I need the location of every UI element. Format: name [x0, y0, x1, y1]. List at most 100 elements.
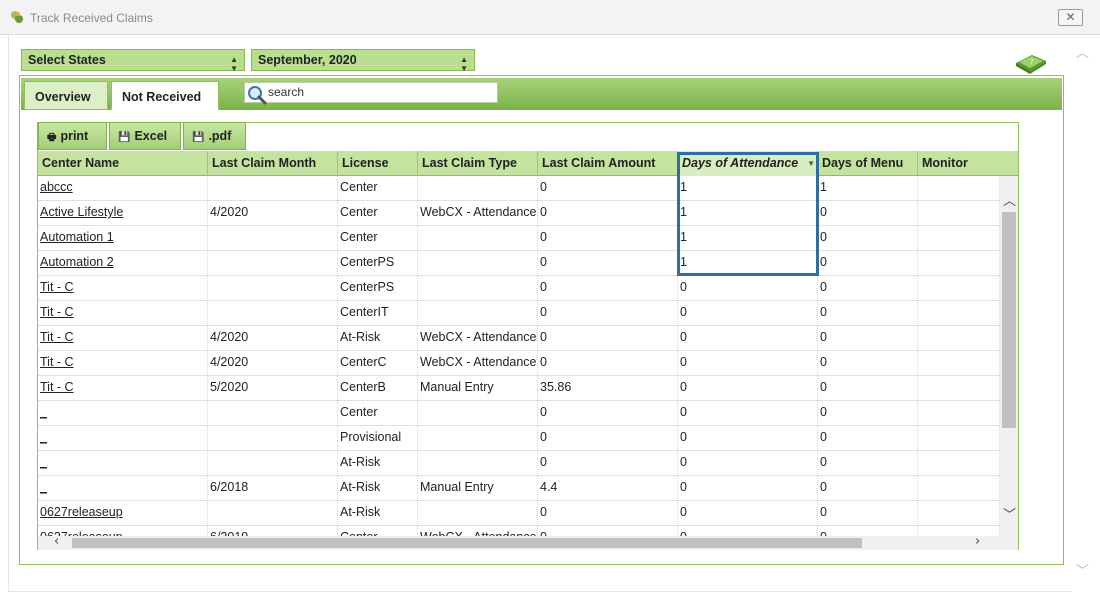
search-input[interactable]: search [244, 82, 498, 105]
table-row[interactable]: _ Provisional 0 0 0 [38, 426, 1000, 451]
pdf-button[interactable]: 💾 .pdf [183, 122, 246, 150]
cell-last-claim-month [208, 226, 338, 251]
select-arrows-icon: ▲ ▼ [230, 55, 238, 73]
table-row[interactable]: Automation 1 Center 0 1 0 [38, 226, 1000, 251]
cell-monitor [918, 276, 1000, 301]
scroll-up-icon[interactable]: ︿ [1003, 190, 1016, 209]
table-row[interactable]: Tit - C CenterPS 0 0 0 [38, 276, 1000, 301]
cell-license: CenterIT [338, 301, 418, 326]
cell-last-claim-amount: 0 [538, 301, 678, 326]
cell-license: CenterPS [338, 251, 418, 276]
tab-overview[interactable]: Overview [24, 81, 108, 110]
table-row[interactable]: Active Lifestyle 4/2020 Center WebCX - Atte… [38, 201, 1000, 226]
cell-days-of-attendance: 0 [678, 276, 818, 301]
cell-days-of-menu: 0 [818, 451, 918, 476]
cell-license: At-Risk [338, 326, 418, 351]
cell-days-of-attendance: 1 [678, 226, 818, 251]
pdf-label: .pdf [208, 129, 232, 143]
col-header-monitor[interactable]: Monitor [918, 151, 1018, 176]
grid-body: abccc Center 0 1 1 Active Lifestyle 4/2020 Cent… [38, 176, 1000, 536]
cell-last-claim-month [208, 426, 338, 451]
cell-days-of-menu: 1 [818, 176, 918, 201]
cell-last-claim-month: 6/2018 [208, 476, 338, 501]
cell-days-of-menu: 0 [818, 351, 918, 376]
cell-days-of-attendance: 0 [678, 401, 818, 426]
cell-center-name[interactable]: Automation 2 [38, 251, 208, 276]
table-row[interactable]: Tit - C 5/2020 CenterB Manual Entry 35.86 0 0 [38, 376, 1000, 401]
period-select-value: September, 2020 [258, 53, 357, 67]
scroll-thumb[interactable] [72, 538, 862, 548]
cell-center-name[interactable]: Tit - C [38, 351, 208, 376]
excel-label: Excel [134, 129, 168, 143]
table-row[interactable]: Tit - C CenterIT 0 0 0 [38, 301, 1000, 326]
cell-last-claim-amount: 0 [538, 276, 678, 301]
grid-vertical-scrollbar[interactable]: ︿ ﹀ [1000, 176, 1018, 536]
window-scroll-up-icon[interactable]: ︿ [1076, 42, 1089, 61]
cell-monitor [918, 176, 1000, 201]
grid-horizontal-scrollbar[interactable]: ‹ › [38, 534, 1018, 550]
col-header-center-name[interactable]: Center Name [38, 151, 208, 176]
cell-center-name[interactable]: 0627releaseup [38, 526, 208, 536]
cell-center-name[interactable]: Tit - C [38, 276, 208, 301]
cell-last-claim-type [418, 176, 538, 201]
scroll-down-icon[interactable]: ﹀ [1003, 504, 1016, 523]
cell-days-of-attendance: 0 [678, 301, 818, 326]
col-header-days-of-menu[interactable]: Days of Menu [818, 151, 918, 176]
col-header-days-of-attendance[interactable]: Days of Attendance ▼ [678, 151, 818, 176]
scroll-thumb[interactable] [1002, 212, 1016, 428]
cell-center-name[interactable]: _ [38, 401, 208, 426]
table-row[interactable]: Automation 2 CenterPS 0 1 0 [38, 251, 1000, 276]
col-header-last-claim-month[interactable]: Last Claim Month [208, 151, 338, 176]
cell-center-name[interactable]: _ [38, 426, 208, 451]
tab-not-received[interactable]: Not Received [111, 81, 219, 110]
cell-center-name[interactable]: Active Lifestyle [38, 201, 208, 226]
print-button[interactable]: 🖶 print [38, 122, 107, 150]
cell-center-name[interactable]: abccc [38, 176, 208, 201]
cell-center-name[interactable]: _ [38, 476, 208, 501]
cell-last-claim-amount: 0 [538, 426, 678, 451]
cell-monitor [918, 301, 1000, 326]
cell-last-claim-amount: 0 [538, 501, 678, 526]
cell-center-name[interactable]: Tit - C [38, 326, 208, 351]
table-row[interactable]: _ At-Risk 0 0 0 [38, 451, 1000, 476]
table-row[interactable]: 0627releaseup6/2019CenterWebCX - Attenda… [38, 526, 1000, 536]
cell-monitor [918, 251, 1000, 276]
period-select[interactable]: September, 2020 ▲ ▼ [251, 49, 475, 73]
save-icon: 💾 [118, 132, 131, 143]
title-bar: Track Received Claims ✕ [0, 0, 1100, 35]
cell-center-name[interactable]: Tit - C [38, 376, 208, 401]
col-header-last-claim-amount[interactable]: Last Claim Amount [538, 151, 678, 176]
table-row[interactable]: _ 6/2018 At-Risk Manual Entry 4.4 0 0 [38, 476, 1000, 501]
cell-last-claim-amount: 0 [538, 451, 678, 476]
table-row[interactable]: 0627releaseup At-Risk 0 0 0 [38, 501, 1000, 526]
cell-last-claim-month: 4/2020 [208, 201, 338, 226]
cell-days-of-menu: 0 [818, 201, 918, 226]
cell-last-claim-type: WebCX - Attendance [418, 351, 538, 376]
help-book-icon[interactable]: ? [1014, 49, 1048, 75]
cell-monitor [918, 476, 1000, 501]
cell-monitor [918, 226, 1000, 251]
cell-last-claim-amount: 0 [538, 251, 678, 276]
table-row[interactable]: Tit - C 4/2020 CenterC WebCX - Attendance 0 0… [38, 351, 1000, 376]
cell-last-claim-month: 5/2020 [208, 376, 338, 401]
cell-center-name[interactable]: 0627releaseup [38, 501, 208, 526]
close-button[interactable]: ✕ [1058, 9, 1083, 26]
col-header-license[interactable]: License [338, 151, 418, 176]
table-row[interactable]: abccc Center 0 1 1 [38, 176, 1000, 201]
scroll-left-icon[interactable]: ‹ [54, 534, 59, 549]
table-row[interactable]: _ Center 0 0 0 [38, 401, 1000, 426]
cell-center-name[interactable]: _ [38, 451, 208, 476]
scroll-right-icon[interactable]: › [975, 534, 980, 549]
cell-center-name[interactable]: Automation 1 [38, 226, 208, 251]
cell-monitor [918, 401, 1000, 426]
cell-days-of-attendance: 0 [678, 526, 818, 536]
col-header-last-claim-type[interactable]: Last Claim Type [418, 151, 538, 176]
cell-last-claim-amount: 0 [538, 326, 678, 351]
state-select[interactable]: Select States ▲ ▼ [21, 49, 245, 73]
cell-last-claim-type [418, 401, 538, 426]
table-row[interactable]: Tit - C 4/2020 At-Risk WebCX - Attendance 0 0… [38, 326, 1000, 351]
cell-center-name[interactable]: Tit - C [38, 301, 208, 326]
excel-button[interactable]: 💾 Excel [109, 122, 181, 150]
window-scroll-down-icon[interactable]: ﹀ [1076, 560, 1089, 579]
cell-days-of-menu: 0 [818, 326, 918, 351]
